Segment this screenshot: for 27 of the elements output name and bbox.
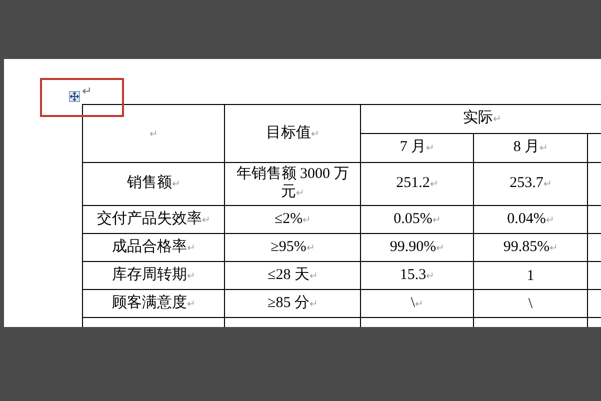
row-header: 销售额↵ <box>127 175 180 191</box>
table-cell: ≥85 分↵ <box>268 294 318 310</box>
row-header: 顾客满意度↵ <box>112 294 195 310</box>
table-cell: 99.90%↵ <box>390 238 444 254</box>
paragraph-mark: ↵ <box>150 128 158 140</box>
table-cell: 0.05%↵ <box>394 210 440 226</box>
table-cell: ≤28 天↵ <box>268 266 318 282</box>
table-cell: ≥95%↵ <box>270 238 314 254</box>
table-cell: 99.85%↵ <box>503 238 558 254</box>
table-cell: \↵ <box>410 294 424 310</box>
table-cell: 1 <box>526 268 534 284</box>
table-cell: 251.2↵ <box>396 175 438 191</box>
column-header: 8 月↵ <box>513 139 548 155</box>
paragraph-mark: ↵ <box>82 85 92 97</box>
table-cell: 15.3↵ <box>400 266 434 282</box>
row-header: 交付产品失效率↵ <box>97 210 210 226</box>
column-header: 目标值↵ <box>266 124 319 140</box>
column-header: 7 月↵ <box>400 139 434 155</box>
row-header: 库存周转期↵ <box>112 266 195 282</box>
row-header: 成品合格率↵ <box>112 238 195 254</box>
table-cell: ≤2%↵ <box>274 210 311 226</box>
table-cell: 年销售额 3000 万元↵ <box>236 166 349 200</box>
table-cell: \ <box>528 296 533 312</box>
table-cell: 0.04%↵ <box>507 210 554 226</box>
move-handle-icon[interactable] <box>69 91 80 102</box>
table-cell: 253.7↵ <box>510 175 552 191</box>
column-header: 实际↵ <box>462 110 501 126</box>
